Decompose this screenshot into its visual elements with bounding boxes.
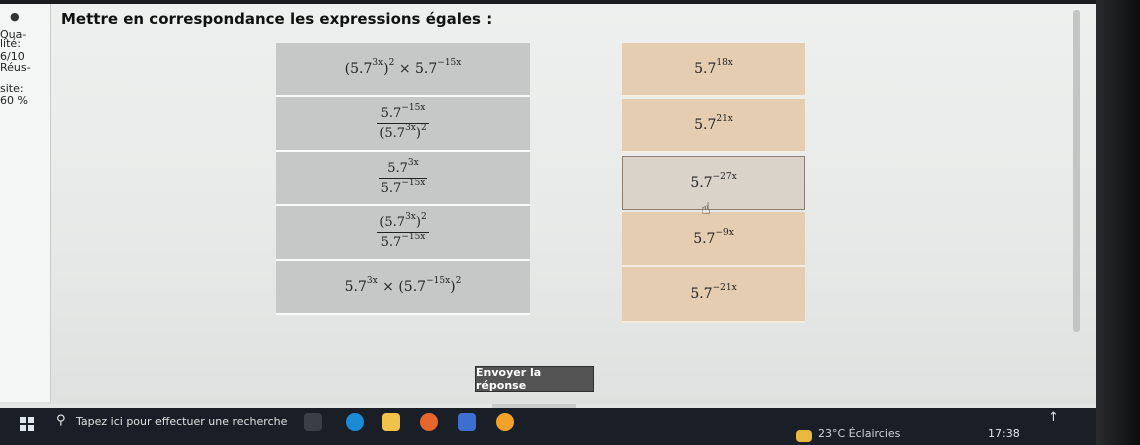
stat-line: site:: [0, 82, 24, 95]
left-item[interactable]: 5.7−15x (5.73x)2: [276, 97, 530, 152]
expression: 5.7−21x: [690, 283, 737, 302]
expression: 5.721x: [694, 114, 733, 133]
expression: 5.7−9x: [693, 227, 734, 247]
task-view-icon[interactable]: [304, 413, 322, 431]
file-explorer-icon[interactable]: [382, 413, 400, 431]
user-icon: ●: [10, 10, 20, 23]
taskbar: ⚲ Tapez ici pour effectuer une recherche…: [0, 408, 1096, 445]
right-item[interactable]: 5.718x: [622, 43, 805, 97]
screen: [0, 4, 1096, 404]
right-item[interactable]: 5.7−21x: [622, 267, 805, 323]
windows-start-icon[interactable]: [20, 417, 34, 431]
right-item[interactable]: 5.7−9x: [622, 212, 805, 267]
clock[interactable]: 17:38: [988, 427, 1020, 440]
stat-line: Réus-: [0, 61, 31, 74]
fraction: 5.7−15x (5.73x)2: [377, 103, 429, 141]
left-item[interactable]: 5.73x 5.7−15x: [276, 152, 530, 206]
store-icon[interactable]: [458, 413, 476, 431]
expression: (5.73x)2 × 5.7−15x: [344, 58, 462, 77]
chrome-icon[interactable]: [496, 413, 514, 431]
monitor-bezel-right: [1096, 0, 1140, 445]
fraction: 5.73x 5.7−15x: [378, 157, 428, 196]
stat-line: lité:: [0, 37, 21, 50]
edge-browser-icon[interactable]: [346, 413, 364, 431]
search-icon[interactable]: ⚲: [56, 413, 66, 428]
hand-cursor-icon: ☝: [701, 199, 711, 218]
left-item[interactable]: (5.73x)2 5.7−15x: [276, 206, 530, 261]
right-item-selected[interactable]: 5.7−27x: [622, 156, 805, 210]
weather-icon: [796, 430, 812, 442]
weather-text[interactable]: 23°C Éclaircies: [818, 427, 900, 440]
taskbar-search-input[interactable]: Tapez ici pour effectuer une recherche: [76, 415, 287, 428]
fraction: (5.73x)2 5.7−15x: [377, 212, 429, 250]
right-item[interactable]: 5.721x: [622, 99, 805, 153]
expression: 5.73x × (5.7−15x)2: [344, 276, 462, 295]
stat-line: 60 %: [0, 94, 28, 107]
scrollbar[interactable]: [1073, 10, 1080, 332]
left-item[interactable]: (5.73x)2 × 5.7−15x: [276, 43, 530, 97]
expression: 5.7−27x: [690, 172, 737, 191]
expression: 5.718x: [694, 58, 733, 77]
monitor-bezel-top: [0, 0, 1140, 4]
score-sidebar: ● Qua- lité: 6/10 Réus- site: 60 %: [0, 4, 51, 402]
question-title: Mettre en correspondance les expressions…: [61, 10, 493, 28]
submit-button[interactable]: Envoyer la réponse: [475, 366, 594, 392]
chevron-up-icon[interactable]: ↑: [1048, 410, 1059, 425]
left-item[interactable]: 5.73x × (5.7−15x)2: [276, 261, 530, 315]
firefox-icon[interactable]: [420, 413, 438, 431]
